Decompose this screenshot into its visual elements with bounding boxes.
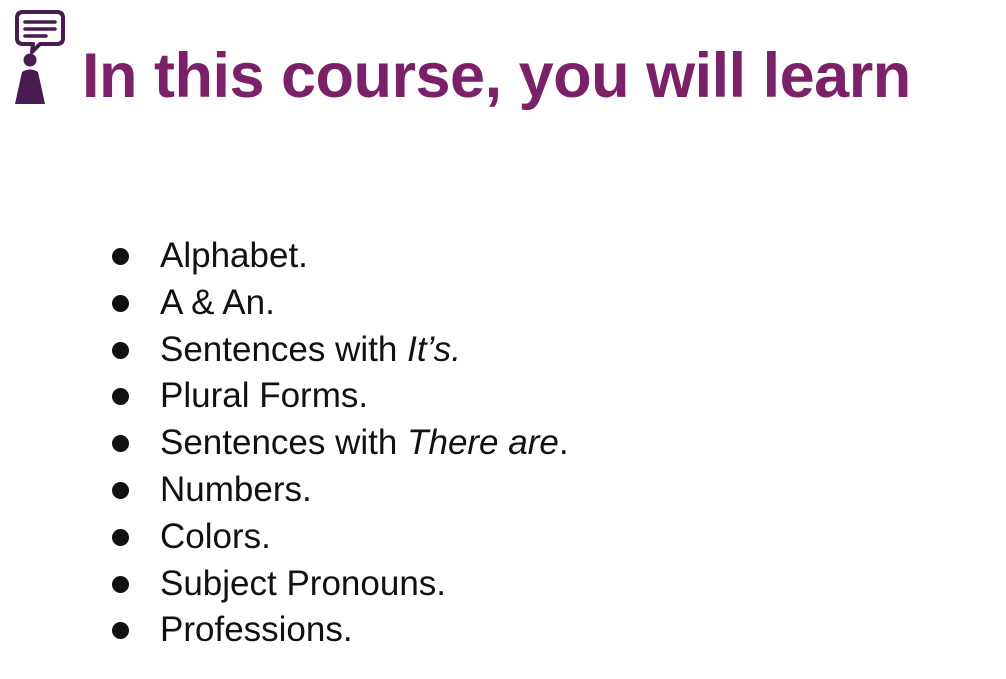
topic-text: A & An.: [160, 282, 275, 322]
bullet-icon: [112, 248, 129, 265]
topic-text: Subject Pronouns.: [160, 563, 447, 603]
bullet-icon: [112, 388, 129, 406]
topic-list: Alphabet. A & An. Sentences with It’s. P…: [112, 233, 569, 654]
list-item: Alphabet.: [112, 233, 569, 280]
bullet-icon: [112, 575, 129, 593]
topic-text: Plural Forms.: [160, 376, 369, 416]
list-item: Colors.: [112, 514, 569, 561]
topic-text: Professions.: [160, 610, 353, 650]
bullet-icon: [112, 622, 129, 640]
list-item: Plural Forms.: [112, 373, 569, 420]
topic-text: Sentences with: [160, 329, 408, 369]
bullet-icon: [112, 481, 129, 499]
bullet-icon: [112, 435, 129, 453]
list-item: Sentences with There are.: [112, 420, 569, 467]
list-item: A & An.: [112, 280, 569, 327]
slide: In this course, you will learn Alphabet.…: [0, 0, 1006, 679]
topic-text: Numbers.: [160, 469, 312, 509]
bullet-icon: [112, 341, 129, 359]
topic-suffix: .: [558, 423, 569, 463]
topic-emphasis: There are: [407, 423, 559, 463]
topic-suffix: .: [451, 329, 461, 369]
bullet-icon: [112, 528, 129, 546]
list-item: Professions.: [112, 607, 569, 654]
person-speech-bubble-icon: [10, 8, 68, 108]
list-item: Sentences with It’s.: [112, 327, 569, 374]
page-title: In this course, you will learn: [82, 41, 911, 111]
topic-text: Colors.: [160, 516, 271, 556]
bullet-icon: [112, 294, 129, 312]
topic-text: Sentences with: [160, 423, 408, 463]
list-item: Numbers.: [112, 467, 569, 514]
list-item: Subject Pronouns.: [112, 561, 569, 608]
topic-emphasis: It’s: [407, 329, 452, 369]
topic-text: Alphabet.: [160, 236, 308, 275]
